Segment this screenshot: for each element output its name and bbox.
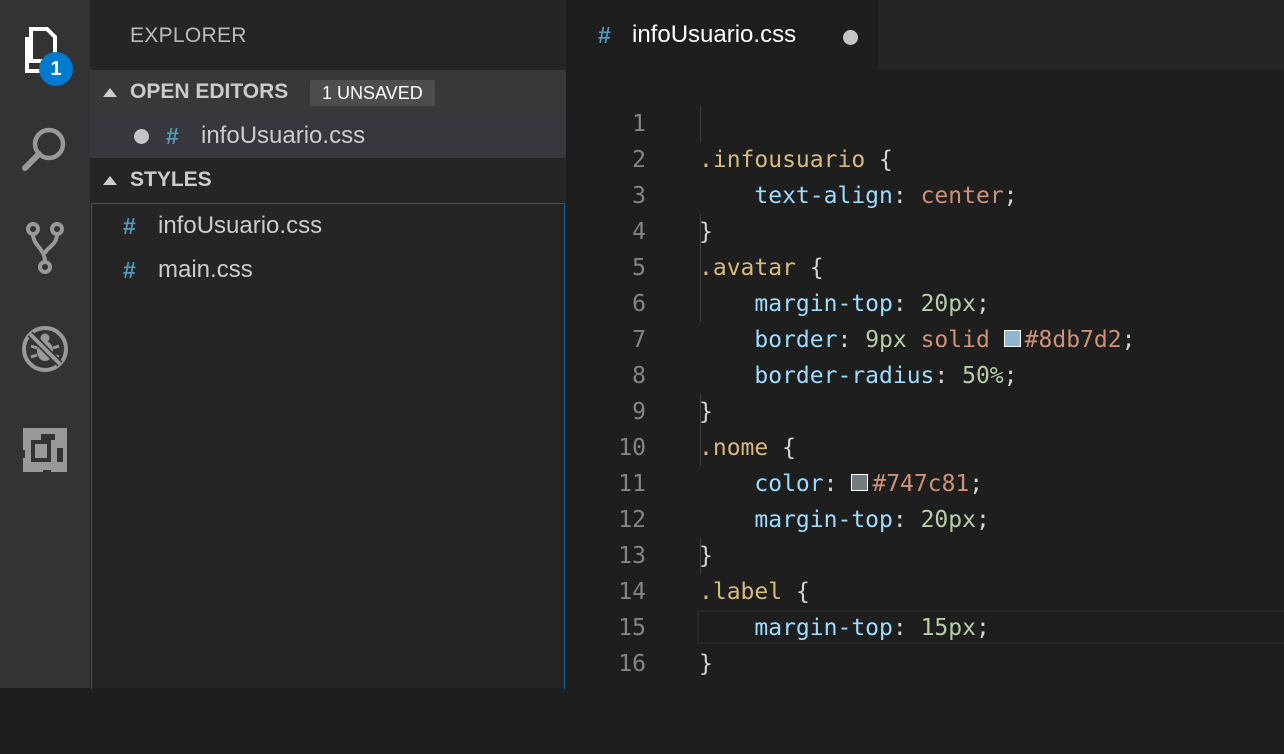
code-line: 8 } [566,322,1284,425]
code-line: 13 .label { [566,502,1284,605]
file-item[interactable]: # main.css [92,248,564,292]
tab-filename: infoUsuario.css [632,21,797,48]
source-control-icon[interactable] [0,218,90,278]
code-line: 2 text-align: center; [566,106,1284,209]
file-name: infoUsuario.css [158,212,323,239]
styles-folder-label: STYLES [130,168,212,191]
code-editor[interactable]: 1 .infousuario { 2 text-align: center; 3… [566,70,1284,688]
collapse-triangle-icon [103,87,117,97]
search-icon[interactable] [0,118,90,178]
editor-area: # infoUsuario.css 1 .infousuario { 2 tex… [566,0,1284,688]
sidebar-title: EXPLORER [130,24,247,47]
styles-folder-header[interactable]: STYLES [90,158,1026,202]
code-line: 12 } [566,466,1284,569]
file-item[interactable]: # infoUsuario.css [92,204,564,248]
code-line: 9 .nome { [566,358,1284,461]
styles-file-list: # infoUsuario.css # main.css [91,203,565,689]
editor-tab-bar: # infoUsuario.css [566,0,1284,70]
code-line: 3 } [566,142,1284,245]
css-file-icon: # [598,21,611,48]
code-line: 1 .infousuario { [566,70,1284,173]
explorer-badge: 1 [39,52,73,86]
code-line: 7 border-radius: 50%; [566,286,1284,389]
brace: } [699,651,713,677]
code-line: 6 border: 9px solid #8db7d2; [566,250,1284,353]
file-name: main.css [158,256,253,283]
debug-icon[interactable] [0,319,90,379]
code-line: 4 .avatar { [566,178,1284,281]
collapse-triangle-icon [103,175,117,185]
unsaved-dot-icon[interactable] [134,128,149,144]
activity-bar: 1 [0,0,90,688]
line-number: 16 [618,651,646,677]
open-editors-label: OPEN EDITORS [130,80,289,103]
extensions-icon[interactable] [0,420,90,480]
css-file-icon: # [166,122,179,149]
unsaved-badge: 1 UNSAVED [310,80,435,106]
code-line: 11 margin-top: 20px; [566,430,1284,533]
open-editor-item[interactable]: # infoUsuario.css [90,114,566,158]
code-line: 5 margin-top: 20px; [566,214,1284,317]
code-line: 14 margin-top: 15px; [566,538,1284,641]
css-file-icon: # [123,256,136,283]
editor-tab[interactable]: # infoUsuario.css [566,0,878,70]
open-editor-filename: infoUsuario.css [201,122,366,149]
explorer-sidebar: EXPLORER OPEN EDITORS 1 UNSAVED # infoUs… [90,0,1026,689]
code-line: 10 color: #747c81; [566,394,1284,497]
code-line: 15 } [566,574,1284,677]
open-editors-header[interactable]: OPEN EDITORS 1 UNSAVED [90,70,566,114]
css-file-icon: # [123,212,136,239]
code-line: 16 [566,610,1284,677]
unsaved-dot-icon[interactable] [843,30,858,45]
